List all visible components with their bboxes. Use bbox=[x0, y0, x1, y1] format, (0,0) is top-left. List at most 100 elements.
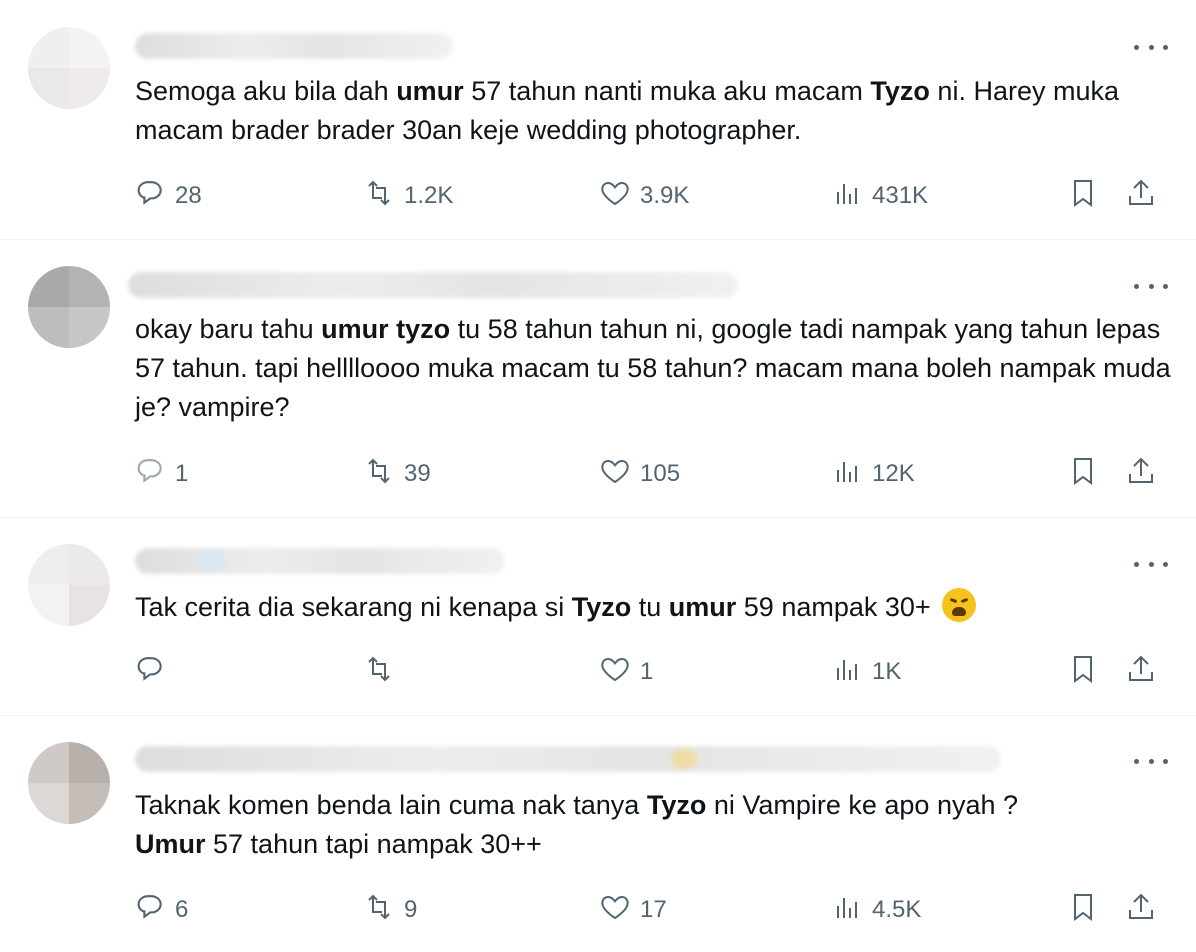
bookmark-button[interactable] bbox=[1066, 176, 1100, 216]
tweet-text: Semoga aku bila dah umur 57 tahun nanti … bbox=[135, 72, 1175, 150]
text-run: 57 tahun nanti muka aku macam bbox=[463, 76, 871, 106]
author-name-redacted[interactable] bbox=[128, 272, 738, 298]
bold-text: umur bbox=[668, 592, 737, 622]
views-count: 4.5K bbox=[872, 896, 922, 923]
views-button[interactable]: 12K bbox=[830, 454, 915, 494]
text-run: 59 nampak 30+ bbox=[736, 592, 931, 622]
action-bar: 28 1.2K 3.9K 431K bbox=[0, 176, 1196, 216]
like-button[interactable]: 105 bbox=[598, 454, 680, 494]
views-button[interactable]: 1K bbox=[830, 652, 901, 692]
more-icon[interactable] bbox=[1134, 749, 1168, 773]
share-icon bbox=[1124, 176, 1158, 217]
share-icon bbox=[1124, 652, 1158, 693]
retweet-icon bbox=[362, 176, 396, 217]
more-icon[interactable] bbox=[1134, 35, 1168, 59]
bookmark-icon bbox=[1066, 176, 1100, 217]
views-count: 431K bbox=[872, 182, 929, 209]
bold-text: Tyzo bbox=[870, 76, 930, 106]
retweet-icon bbox=[362, 652, 396, 693]
tweet-text: Taknak komen benda lain cuma nak tanya T… bbox=[135, 786, 1175, 864]
avatar[interactable] bbox=[28, 544, 110, 626]
tweet[interactable]: Tak cerita dia sekarang ni kenapa si Tyz… bbox=[0, 518, 1196, 716]
reply-icon bbox=[133, 454, 167, 495]
text-run: okay baru tahu bbox=[135, 314, 322, 344]
reply-icon bbox=[133, 890, 167, 931]
avatar[interactable] bbox=[28, 742, 110, 824]
reply-button[interactable] bbox=[133, 652, 175, 692]
bookmark-icon bbox=[1066, 454, 1100, 495]
views-icon bbox=[830, 176, 864, 217]
bold-text: umur bbox=[396, 76, 464, 106]
share-button[interactable] bbox=[1124, 890, 1158, 930]
more-icon[interactable] bbox=[1134, 552, 1168, 576]
reply-count: 1 bbox=[175, 460, 189, 487]
share-icon bbox=[1124, 890, 1158, 931]
views-button[interactable]: 4.5K bbox=[830, 890, 921, 930]
text-run: 57 tahun tapi nampak 30++ bbox=[205, 829, 542, 859]
tweet-text: Tak cerita dia sekarang ni kenapa si Tyz… bbox=[135, 588, 1175, 627]
author-name-redacted[interactable] bbox=[135, 33, 453, 59]
retweet-button[interactable]: 1.2K bbox=[362, 176, 453, 216]
more-icon[interactable] bbox=[1134, 274, 1168, 298]
action-bar: 1 1K bbox=[0, 652, 1196, 692]
bookmark-button[interactable] bbox=[1066, 890, 1100, 930]
retweet-count: 1.2K bbox=[404, 182, 454, 209]
retweet-button[interactable]: 9 bbox=[362, 890, 417, 930]
reply-button[interactable]: 28 bbox=[133, 176, 202, 216]
retweet-button[interactable]: 39 bbox=[362, 454, 431, 494]
reply-feed: Semoga aku bila dah umur 57 tahun nanti … bbox=[0, 0, 1196, 952]
views-icon bbox=[830, 652, 864, 693]
reply-count: 6 bbox=[175, 896, 189, 923]
avatar[interactable] bbox=[28, 266, 110, 348]
reply-button[interactable]: 1 bbox=[133, 454, 188, 494]
like-icon bbox=[598, 176, 632, 217]
weary-face-emoji bbox=[942, 588, 977, 622]
avatar[interactable] bbox=[28, 27, 110, 109]
like-count: 17 bbox=[640, 896, 667, 923]
like-icon bbox=[598, 652, 632, 693]
reply-count: 28 bbox=[175, 182, 202, 209]
bold-text: Tyzo bbox=[646, 790, 707, 820]
text-run: Tak cerita dia sekarang ni kenapa si bbox=[135, 592, 572, 622]
tweet[interactable]: okay baru tahu umur tyzo tu 58 tahun tah… bbox=[0, 240, 1196, 518]
like-count: 3.9K bbox=[640, 182, 690, 209]
share-button[interactable] bbox=[1124, 454, 1158, 494]
reply-icon bbox=[133, 652, 167, 693]
bold-text: umur tyzo bbox=[321, 314, 451, 344]
tweet[interactable]: Semoga aku bila dah umur 57 tahun nanti … bbox=[0, 0, 1196, 240]
bookmark-icon bbox=[1066, 890, 1100, 931]
retweet-button[interactable] bbox=[362, 652, 404, 692]
share-button[interactable] bbox=[1124, 652, 1158, 692]
reply-icon bbox=[133, 176, 167, 217]
views-count: 12K bbox=[872, 460, 915, 487]
text-run: ni Vampire ke apo nyah ? bbox=[706, 790, 1019, 820]
views-count: 1K bbox=[872, 658, 902, 685]
bookmark-icon bbox=[1066, 652, 1100, 693]
text-run: Semoga aku bila dah bbox=[135, 76, 397, 106]
like-icon bbox=[598, 890, 632, 931]
bold-text: Umur bbox=[135, 829, 206, 859]
like-count: 1 bbox=[640, 658, 654, 685]
bold-text: Tyzo bbox=[571, 592, 632, 622]
author-name-redacted[interactable] bbox=[135, 746, 1001, 772]
tweet-text: okay baru tahu umur tyzo tu 58 tahun tah… bbox=[135, 310, 1175, 427]
views-button[interactable]: 431K bbox=[830, 176, 928, 216]
retweet-icon bbox=[362, 454, 396, 495]
tweet[interactable]: Taknak komen benda lain cuma nak tanya T… bbox=[0, 716, 1196, 952]
share-button[interactable] bbox=[1124, 176, 1158, 216]
views-icon bbox=[830, 454, 864, 495]
reply-button[interactable]: 6 bbox=[133, 890, 188, 930]
retweet-count: 39 bbox=[404, 460, 431, 487]
retweet-count: 9 bbox=[404, 896, 418, 923]
like-button[interactable]: 1 bbox=[598, 652, 653, 692]
like-icon bbox=[598, 454, 632, 495]
like-button[interactable]: 17 bbox=[598, 890, 667, 930]
views-icon bbox=[830, 890, 864, 931]
text-run: tu bbox=[631, 592, 669, 622]
share-icon bbox=[1124, 454, 1158, 495]
like-button[interactable]: 3.9K bbox=[598, 176, 689, 216]
bookmark-button[interactable] bbox=[1066, 652, 1100, 692]
author-name-redacted[interactable] bbox=[135, 548, 505, 574]
bookmark-button[interactable] bbox=[1066, 454, 1100, 494]
text-run: Taknak komen benda lain cuma nak tanya bbox=[135, 790, 647, 820]
